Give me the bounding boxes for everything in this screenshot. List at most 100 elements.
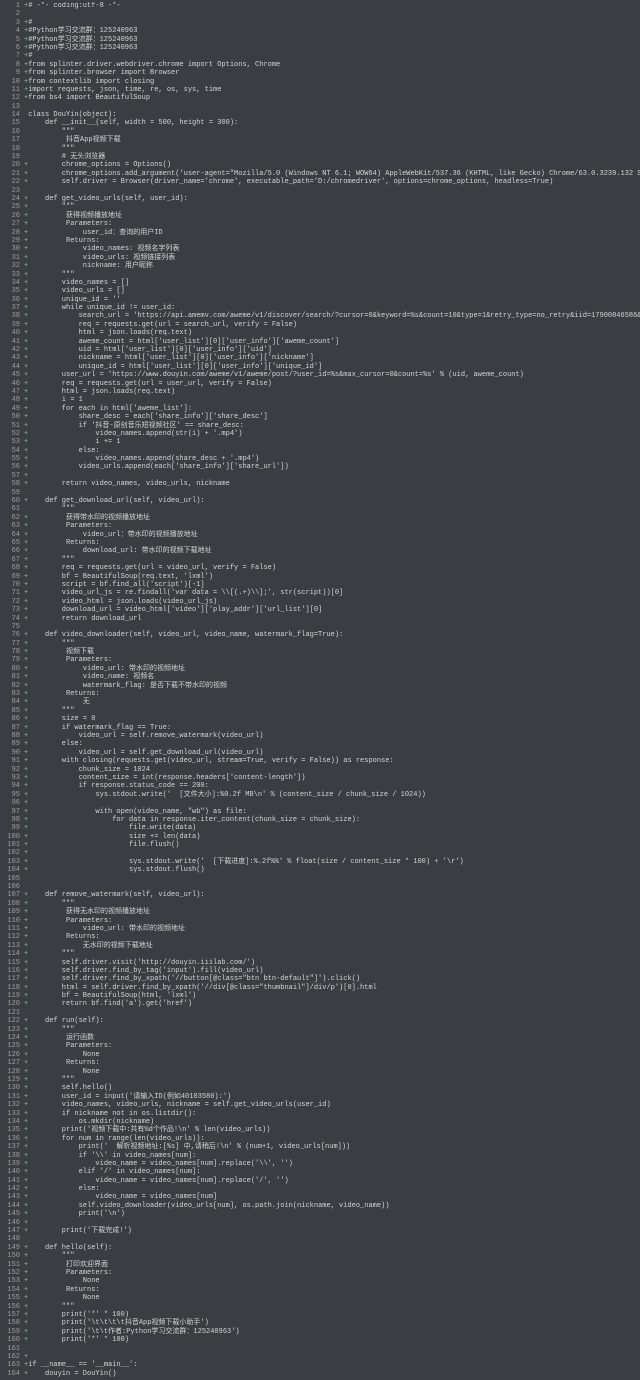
code-line[interactable]: + if nickname not in os.listdir():	[24, 1110, 640, 1118]
code-line[interactable]: class DouYin(object):	[24, 111, 640, 119]
code-line[interactable]: + video_names, video_urls, nickname = se…	[24, 1101, 640, 1109]
code-line[interactable]: + if watermark_flag == True:	[24, 724, 640, 732]
code-line[interactable]: + Returns:	[24, 1286, 640, 1294]
code-line[interactable]: + douyin = DouYin()	[24, 1370, 640, 1378]
code-line[interactable]: + for each in html['aweme_list']:	[24, 405, 640, 413]
code-line[interactable]: + chunk_size = 1024	[24, 766, 640, 774]
code-line[interactable]: + req = requests.get(url = user_url, ver…	[24, 380, 640, 388]
code-line[interactable]: + 获得无水印的视频播放地址	[24, 908, 640, 916]
code-line[interactable]: + def run(self):	[24, 1017, 640, 1025]
code-line[interactable]: + script = bf.find_all('script')[-1]	[24, 581, 640, 589]
code-line[interactable]: + """	[24, 950, 640, 958]
code-line[interactable]: + def hello(self):	[24, 1244, 640, 1252]
code-line[interactable]: + """	[24, 203, 640, 211]
code-line[interactable]: + self.video_downloader(video_urls[num],…	[24, 1202, 640, 1210]
code-line[interactable]: +#	[24, 19, 640, 27]
code-line[interactable]: + html = json.loads(req.text)	[24, 329, 640, 337]
code-line[interactable]: + html = json.loads(req.text)	[24, 388, 640, 396]
code-line[interactable]: +# -*- coding:utf-8 -*-	[24, 2, 640, 10]
code-line[interactable]: + os.mkdir(nickname)	[24, 1118, 640, 1126]
code-line[interactable]	[24, 883, 640, 891]
code-line[interactable]: + video_html = json.loads(video_url_js)	[24, 598, 640, 606]
code-line[interactable]: + Returns:	[24, 690, 640, 698]
code-line[interactable]: +from splinter.driver.webdriver.chrome i…	[24, 61, 640, 69]
code-line[interactable]: + return bf.find('a').get('href')	[24, 1000, 640, 1008]
code-line[interactable]: + def get_download_url(self, video_url):	[24, 497, 640, 505]
code-line[interactable]: + video_names.append(share_desc + '.mp4'…	[24, 455, 640, 463]
code-line[interactable]: + Parameters:	[24, 656, 640, 664]
code-line[interactable]: +#Python学习交流群：125240963	[24, 36, 640, 44]
code-line[interactable]: + search_url = 'https://api.amemv.com/aw…	[24, 312, 640, 320]
code-line[interactable]: + else:	[24, 1185, 640, 1193]
code-line[interactable]: + print('下载完成!')	[24, 1227, 640, 1235]
code-line[interactable]: + Parameters:	[24, 1269, 640, 1277]
code-line[interactable]: + req = requests.get(url = video_url, ve…	[24, 564, 640, 572]
code-line[interactable]: + def remove_watermark(self, video_url):	[24, 891, 640, 899]
code-line[interactable]: + for num in range(len(video_urls)):	[24, 1135, 640, 1143]
code-line[interactable]: +	[24, 1219, 640, 1227]
code-line[interactable]	[24, 1235, 640, 1243]
code-line[interactable]	[24, 1345, 640, 1353]
code-line[interactable]: + return video_names, video_urls, nickna…	[24, 480, 640, 488]
code-line[interactable]: + None	[24, 1294, 640, 1302]
code-line[interactable]: +from bs4 import BeautifulSoup	[24, 94, 640, 102]
code-line[interactable]: + None	[24, 1277, 640, 1285]
code-line[interactable]: + nickname = html['user_list'][0]['user_…	[24, 354, 640, 362]
code-line[interactable]: + 无水印的视频下载地址	[24, 942, 640, 950]
code-line[interactable]: +#Python学习交流群：125240963	[24, 44, 640, 52]
code-line[interactable]: + content_size = int(response.headers['c…	[24, 774, 640, 782]
code-line[interactable]: + video_names = []	[24, 279, 640, 287]
code-line[interactable]: + video_name = video_names[num].replace(…	[24, 1177, 640, 1185]
code-line[interactable]: # 无头浏览器	[24, 153, 640, 161]
code-line[interactable]	[24, 623, 640, 631]
code-line[interactable]: + print('\t\t作者:Python学习交流群：125240963')	[24, 1328, 640, 1336]
code-line[interactable]: + user_id = input('请输入ID(例如40103580):')	[24, 1093, 640, 1101]
code-line[interactable]: + print(' 解析视频地址:[%s] 中,请稍后!\n' % (num+1…	[24, 1143, 640, 1151]
code-line[interactable]: +#Python学习交流群：125240963	[24, 27, 640, 35]
code-line[interactable]: + video_url：带水印的视频播放地址	[24, 531, 640, 539]
code-line[interactable]: + sys.stdout.write(' [下载进度]:%.2f%%' % fl…	[24, 858, 640, 866]
code-line[interactable]: + video_name = video_names[num].replace(…	[24, 1160, 640, 1168]
code-line[interactable]: + video_urls.append(each['share_info']['…	[24, 463, 640, 471]
code-line[interactable]: + if '抖音-原创音乐短视频社区' == share_desc:	[24, 422, 640, 430]
code-line[interactable]: + bf = BeautifulSoup(req.text, 'lxml')	[24, 573, 640, 581]
code-line[interactable]: + """	[24, 1252, 640, 1260]
code-line[interactable]: + elif '/' in video_names[num]:	[24, 1168, 640, 1176]
code-line[interactable]: + def video_downloader(self, video_url, …	[24, 631, 640, 639]
code-line[interactable]: + """	[24, 1303, 640, 1311]
code-line[interactable]: + size += len(data)	[24, 833, 640, 841]
code-line[interactable]: + unique_id = html['user_list'][0]['user…	[24, 363, 640, 371]
code-line[interactable]: + 视频下载	[24, 648, 640, 656]
code-line[interactable]: + None	[24, 1068, 640, 1076]
code-line[interactable]: + chrome_options = Options()	[24, 161, 640, 169]
code-line[interactable]: + return download_url	[24, 615, 640, 623]
code-line[interactable]: +	[24, 799, 640, 807]
code-line[interactable]	[24, 1009, 640, 1017]
code-line[interactable]: + print('*' * 100)	[24, 1311, 640, 1319]
code-line[interactable]: + html = self.driver.find_by_xpath('//di…	[24, 984, 640, 992]
code-line[interactable]: + uid = html['user_list'][0]['user_info'…	[24, 346, 640, 354]
code-line[interactable]: +import requests, json, time, re, os, sy…	[24, 86, 640, 94]
code-line[interactable]: + def get_video_urls(self, user_id):	[24, 195, 640, 203]
code-line[interactable]: + Parameters:	[24, 1042, 640, 1050]
code-line[interactable]: + print('\t\t\t\t抖音App视频下载小助手')	[24, 1319, 640, 1327]
code-line[interactable]: + print('视频下载中:共有%d个作品!\n' % len(video_u…	[24, 1126, 640, 1134]
code-line[interactable]: """	[24, 128, 640, 136]
code-line[interactable]: + self.driver = Browser(driver_name='chr…	[24, 178, 640, 186]
code-line[interactable]: + print('*' * 100)	[24, 1336, 640, 1344]
code-line[interactable]: + i += 1	[24, 438, 640, 446]
code-line[interactable]: + user_id：查询的用户ID	[24, 229, 640, 237]
code-line[interactable]: + self.driver.visit('http://douyin.iiila…	[24, 959, 640, 967]
code-line[interactable]: + video_name: 视频名	[24, 673, 640, 681]
code-line[interactable]: +#	[24, 52, 640, 60]
code-line[interactable]: + share_desc = each['share_info']['share…	[24, 413, 640, 421]
code-line[interactable]: + """	[24, 271, 640, 279]
code-line[interactable]: + 获得带水印的视频播放地址	[24, 514, 640, 522]
code-line[interactable]: +from splinter.browser import Browser	[24, 69, 640, 77]
code-line[interactable]: + video_names: 视频名字列表	[24, 245, 640, 253]
code-line[interactable]: + """	[24, 556, 640, 564]
code-line[interactable]: """	[24, 505, 640, 513]
code-line[interactable]: + 运行函数	[24, 1034, 640, 1042]
code-line[interactable]: + aweme_count = html['user_list'][0]['us…	[24, 338, 640, 346]
code-line[interactable]: + download_url: 带水印的视频下载地址	[24, 547, 640, 555]
